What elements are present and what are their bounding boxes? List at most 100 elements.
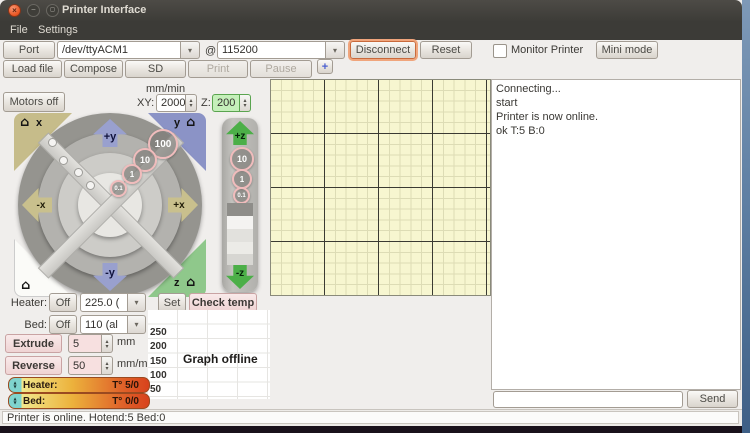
- bed-gauge-value: T° 0/0: [112, 395, 139, 407]
- bed-gauge-label: Bed:: [23, 395, 46, 407]
- port-combo-entry[interactable]: /dev/ttyACM1: [57, 41, 181, 59]
- compose-button[interactable]: Compose: [64, 60, 123, 78]
- print-button[interactable]: Print: [188, 60, 248, 78]
- load-file-button[interactable]: Load file: [3, 60, 62, 78]
- triangle-down-icon: ▼: [13, 400, 17, 405]
- extrude-length-stepper[interactable]: ▴ ▾: [102, 334, 113, 353]
- build-plate-grid[interactable]: [270, 79, 491, 296]
- spinner-down-icon: ▾: [105, 364, 109, 372]
- z-feed-label: Z:: [201, 97, 211, 109]
- bed-temp-dropdown[interactable]: ▾: [128, 315, 146, 334]
- statusbar: Printer is online. Hotend:5 Bed:0: [0, 409, 742, 426]
- bed-temp-combo[interactable]: 110 (al: [80, 315, 128, 334]
- z-feed-stepper[interactable]: ▴ ▾: [240, 94, 251, 112]
- jog-step-01-bubble: 0.1: [110, 180, 127, 197]
- z-jog-column: +z 10 1 0.1 -z: [222, 118, 258, 292]
- desktop-background-bottom: [0, 425, 742, 433]
- gauge-marker-icons: ▲ ▼: [9, 397, 21, 405]
- log-line: start: [496, 97, 518, 109]
- menu-settings[interactable]: Settings: [38, 24, 78, 36]
- heater-temp-dropdown[interactable]: ▾: [128, 293, 146, 312]
- graph-tick: 150: [150, 356, 167, 367]
- z-step-10-bubble: 10: [230, 147, 254, 171]
- sd-button[interactable]: SD: [125, 60, 186, 78]
- add-tab-button[interactable]: +: [317, 59, 333, 74]
- jog-plus-y-label: +y: [103, 131, 117, 143]
- window-title: Printer Interface: [62, 4, 147, 16]
- monitor-printer-checkbox[interactable]: [493, 44, 507, 58]
- log-line: Connecting...: [496, 83, 561, 95]
- z-step-1-bubble: 1: [232, 169, 252, 189]
- heater-off-button[interactable]: Off: [49, 293, 77, 312]
- z-minus-button[interactable]: -z: [226, 265, 254, 289]
- titlebar: × – ◻ Printer Interface: [0, 0, 742, 22]
- heater-gauge-label: Heater:: [23, 379, 58, 391]
- extrude-length-input[interactable]: 5: [68, 334, 102, 353]
- maximize-icon[interactable]: ◻: [46, 4, 59, 17]
- z-band[interactable]: [227, 229, 253, 242]
- disconnect-button[interactable]: Disconnect: [350, 41, 416, 59]
- menu-file[interactable]: File: [10, 24, 28, 36]
- z-plus-label: +z: [234, 131, 246, 142]
- home-z-label: z: [174, 277, 180, 289]
- menubar: File Settings: [0, 22, 742, 40]
- motors-off-button[interactable]: Motors off: [3, 92, 65, 112]
- jog-band-dot: [86, 181, 95, 190]
- z-band[interactable]: [227, 216, 253, 229]
- home-icon: ⌂: [186, 115, 196, 130]
- triangle-down-icon: ▼: [13, 384, 17, 389]
- status-text: Printer is online. Hotend:5 Bed:0: [2, 411, 739, 424]
- bed-gauge[interactable]: ▲ ▼ Bed: T° 0/0: [8, 393, 150, 409]
- z-plus-button[interactable]: +z: [226, 121, 254, 145]
- z-band[interactable]: [227, 203, 253, 216]
- graph-offline-label: Graph offline: [183, 352, 258, 366]
- reset-button[interactable]: Reset: [420, 41, 472, 59]
- gcode-input[interactable]: [493, 391, 683, 408]
- baud-combo-entry[interactable]: 115200: [217, 41, 326, 59]
- bed-label: Bed:: [24, 319, 47, 331]
- extrude-button[interactable]: Extrude: [5, 334, 62, 353]
- log-panel[interactable]: Connecting... start Printer is now onlin…: [491, 79, 741, 390]
- monitor-printer-label: Monitor Printer: [511, 44, 584, 56]
- graph-tick: 50: [150, 384, 162, 395]
- close-icon[interactable]: ×: [8, 4, 21, 17]
- heater-temp-combo[interactable]: 225.0 (: [80, 293, 128, 312]
- spinner-down-icon: ▾: [189, 102, 193, 109]
- z-feed-input[interactable]: 200: [212, 94, 240, 112]
- home-y-label: y: [174, 117, 181, 129]
- xy-feed-input[interactable]: 2000: [156, 94, 186, 112]
- baud-combo-dropdown[interactable]: ▾: [326, 41, 345, 59]
- graph-tick: 200: [150, 341, 167, 352]
- at-label: @: [205, 45, 217, 57]
- jog-step-1-bubble: 1: [122, 164, 142, 184]
- jog-band-dot: [74, 168, 83, 177]
- z-band[interactable]: [227, 254, 253, 265]
- z-band[interactable]: [227, 242, 253, 254]
- xy-feed-stepper[interactable]: ▴ ▾: [186, 94, 197, 112]
- log-line: ok T:5 B:0: [496, 125, 545, 137]
- heater-gauge[interactable]: ▲ ▼ Heater: T° 5/0: [8, 377, 150, 393]
- extrude-unit-label: mm: [117, 336, 136, 348]
- jog-band-dot: [48, 138, 57, 147]
- pause-button[interactable]: Pause: [250, 60, 312, 78]
- heater-label: Heater:: [10, 297, 47, 309]
- xy-jog-pad: ⌂ x y ⌂ ⌂ z ⌂ +y -y -x +x 100 10 1 0.1: [14, 113, 206, 297]
- home-icon: ⌂: [186, 275, 196, 290]
- port-combo-dropdown[interactable]: ▾: [181, 41, 200, 59]
- chevron-down-icon: ▾: [134, 298, 139, 307]
- reverse-speed-input[interactable]: 50: [68, 356, 102, 375]
- chevron-down-icon: ▾: [332, 45, 337, 55]
- reverse-speed-stepper[interactable]: ▴ ▾: [102, 356, 113, 375]
- chevron-down-icon: ▾: [134, 320, 139, 329]
- mini-mode-button[interactable]: Mini mode: [596, 41, 658, 59]
- reverse-button[interactable]: Reverse: [5, 356, 62, 375]
- minimize-icon[interactable]: –: [27, 4, 40, 17]
- send-button[interactable]: Send: [687, 390, 738, 408]
- jog-minus-y-label: -y: [105, 267, 115, 279]
- jog-plus-x-label: +x: [173, 199, 185, 211]
- port-button[interactable]: Port: [3, 41, 55, 59]
- gauge-marker-icons: ▲ ▼: [9, 381, 21, 389]
- bed-off-button[interactable]: Off: [49, 315, 77, 334]
- graph-tick: 250: [150, 327, 167, 338]
- desktop-background-right: [742, 0, 750, 433]
